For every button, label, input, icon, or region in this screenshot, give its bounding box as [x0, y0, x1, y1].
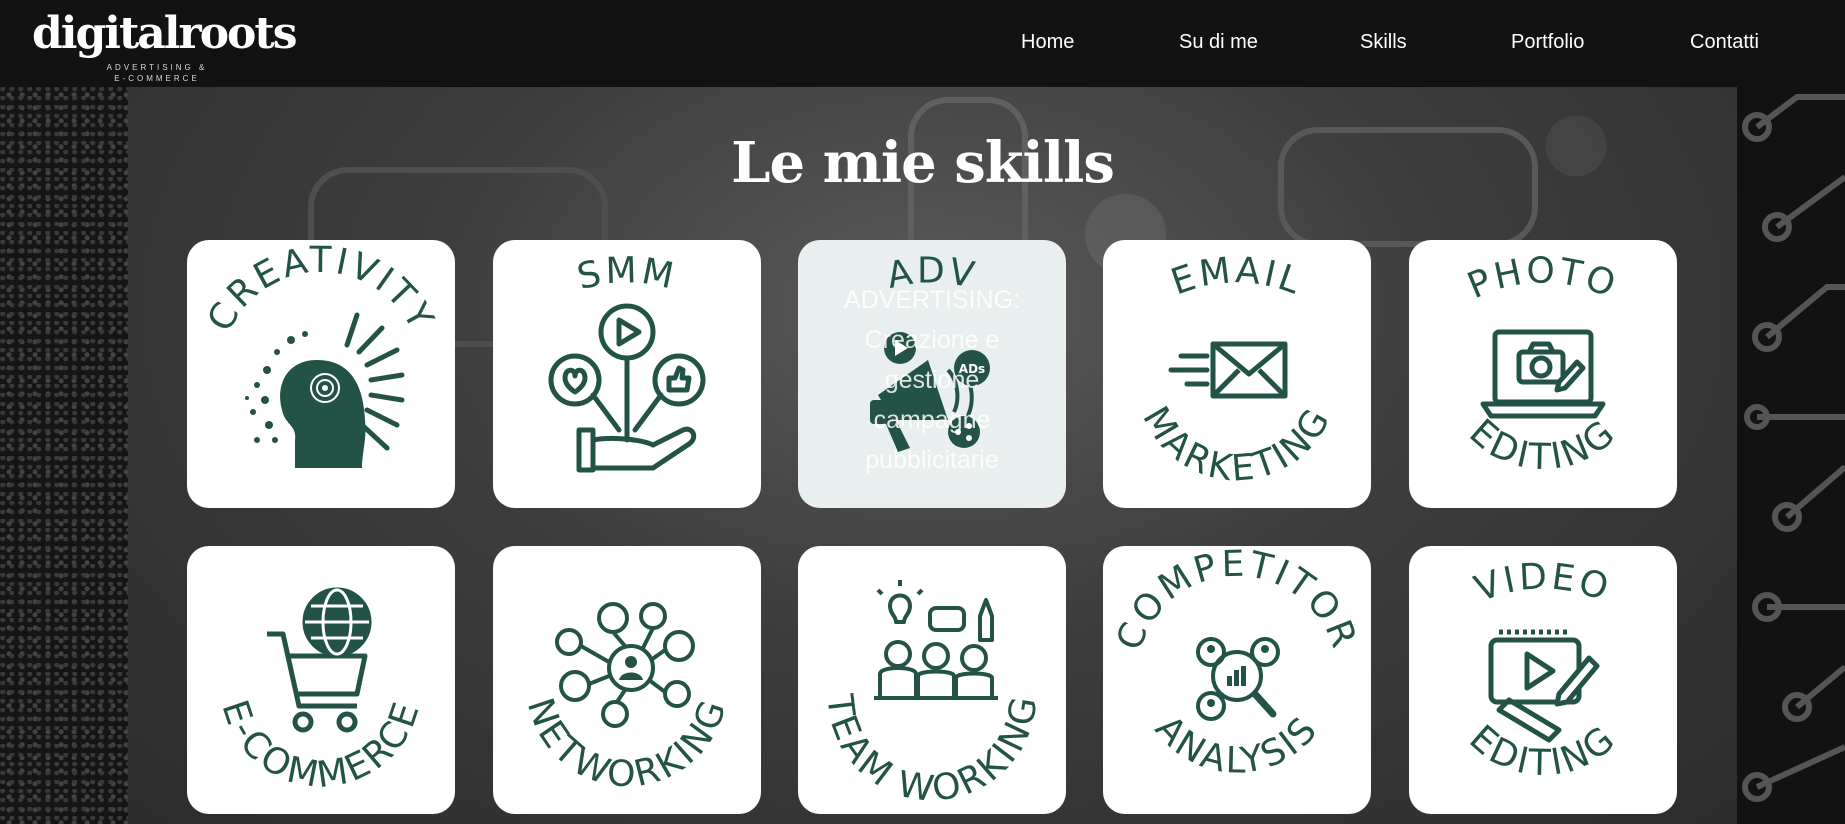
- skill-label-top: PHOTO: [1462, 251, 1621, 308]
- svg-text:ANALYSIS: ANALYSIS: [1147, 708, 1327, 782]
- nav-skills[interactable]: Skills: [1360, 30, 1407, 54]
- creative-head-icon: [245, 312, 405, 468]
- nav-home[interactable]: Home: [1021, 30, 1074, 54]
- svg-text:SMM: SMM: [573, 250, 679, 298]
- svg-text:COMPETITOR: COMPETITOR: [1109, 546, 1365, 656]
- skill-card-video-editing[interactable]: VIDEO EDITING: [1409, 546, 1677, 814]
- nav-portfolio[interactable]: Portfolio: [1511, 30, 1584, 54]
- skill-card-photo-editing[interactable]: PHOTO EDITING: [1409, 240, 1677, 508]
- skill-label-bottom: ANALYSIS: [1147, 708, 1324, 782]
- skill-label-bottom: EDITING: [1461, 717, 1621, 784]
- site-header: digitalroots ADVERTISING & E-COMMERCE Ho…: [0, 0, 1845, 87]
- svg-text:EDITING: EDITING: [1461, 717, 1624, 784]
- skill-label-top: COMPETITOR: [1109, 546, 1362, 656]
- skill-card-e-commerce[interactable]: E-COMMERCE: [187, 546, 455, 814]
- skill-label-bottom: E-COMMERCE: [214, 695, 426, 796]
- network-people-icon: [555, 602, 695, 728]
- skill-label-bottom: MARKETING: [1134, 400, 1336, 490]
- laptop-camera-icon: [1480, 329, 1606, 419]
- envelope-icon: [1168, 341, 1288, 399]
- team-icon: [874, 580, 998, 700]
- skill-card-networking[interactable]: NETWORKING: [493, 546, 761, 814]
- svg-text:EDITING: EDITING: [1461, 411, 1624, 478]
- skill-label-top: SMM: [573, 250, 676, 298]
- svg-text:MARKETING: MARKETING: [1134, 400, 1339, 490]
- magnifier-people-icon: [1196, 637, 1280, 721]
- skill-label-top: CREATIVITY: [200, 240, 439, 338]
- skills-grid: CREATIVITY SMM ADV ADs ADVERTISING: Crea…: [0, 0, 1845, 824]
- social-hand-icon: [548, 303, 706, 473]
- skill-label-top: EMAIL: [1166, 250, 1305, 303]
- svg-text:E-COMMERCE: E-COMMERCE: [214, 695, 429, 796]
- svg-text:EMAIL: EMAIL: [1166, 250, 1308, 303]
- skill-card-competitor-analysis[interactable]: COMPETITOR ANALYSIS: [1103, 546, 1371, 814]
- svg-text:PHOTO: PHOTO: [1462, 251, 1624, 308]
- svg-text:CREATIVITY: CREATIVITY: [200, 240, 442, 338]
- cart-globe-icon: [267, 587, 372, 733]
- skill-hover-description: ADVERTISING: Creazione e gestione campag…: [844, 286, 1020, 474]
- skill-card-smm[interactable]: SMM: [493, 240, 761, 508]
- svg-text:TEAM WORKING: TEAM WORKING: [818, 691, 1046, 810]
- skill-card-creativity[interactable]: CREATIVITY: [187, 240, 455, 508]
- nav-su-di-me[interactable]: Su di me: [1179, 30, 1258, 54]
- skill-label-bottom: TEAM WORKING: [818, 691, 1043, 810]
- svg-text:VIDEO: VIDEO: [1470, 556, 1617, 610]
- skill-label-bottom: EDITING: [1461, 411, 1621, 478]
- video-screen-icon: [1488, 629, 1600, 743]
- skill-card-email-marketing[interactable]: EMAIL MARKETING: [1103, 240, 1371, 508]
- nav-contatti[interactable]: Contatti: [1690, 30, 1759, 54]
- skill-card-adv[interactable]: ADV ADs ADVERTISING: Creazione e gestion…: [798, 240, 1066, 508]
- skill-label-top: VIDEO: [1470, 556, 1614, 610]
- main-nav: Home Su di me Skills Portfolio Contatti: [0, 0, 1845, 87]
- skill-card-team-working[interactable]: TEAM WORKING: [798, 546, 1066, 814]
